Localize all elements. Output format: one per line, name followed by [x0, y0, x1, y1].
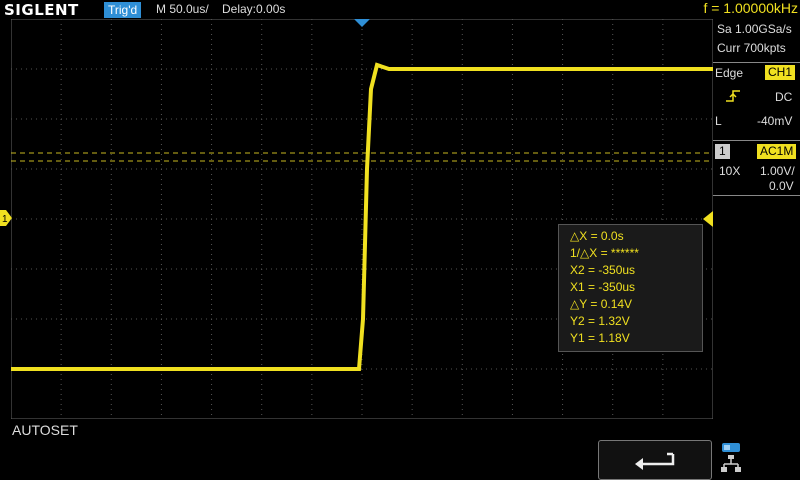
channel1-coupling-badge: AC1M	[757, 144, 797, 159]
acquisition-panel: Sa 1.00GSa/s Curr 700kpts	[713, 20, 800, 64]
trigger-level-marker[interactable]	[703, 211, 713, 227]
timebase-readout: M 50.0us/	[156, 2, 209, 16]
ch1-ground-marker[interactable]: 1	[0, 210, 12, 226]
channel1-probe: 10X	[719, 164, 741, 178]
sample-rate: Sa 1.00GSa/s	[717, 22, 792, 36]
measure-delta-y: △Y = 0.14V	[570, 297, 633, 311]
channel1-number: 1	[715, 144, 730, 159]
svg-text:1: 1	[2, 214, 8, 225]
menu-title: AUTOSET	[12, 422, 78, 438]
waveform-display[interactable]	[11, 19, 713, 419]
measure-x1: X1 = -350us	[570, 280, 636, 294]
measure-inverse-delta-x: 1/△X = ******	[570, 246, 639, 260]
top-status-bar: SIGLENT Trig'd M 50.0us/ Delay:0.00s f =…	[0, 0, 800, 20]
network-icon	[721, 443, 741, 472]
measure-delta-x: △X = 0.0s	[570, 229, 624, 243]
trigger-coupling: DC	[775, 90, 793, 104]
brand-logo: SIGLENT	[4, 1, 79, 19]
rising-edge-icon	[726, 90, 740, 102]
delay-readout: Delay:0.00s	[222, 2, 286, 16]
trigger-status-badge: Trig'd	[104, 2, 142, 18]
channel1-volts-div: 1.00V/	[760, 164, 795, 178]
trigger-level-value: -40mV	[757, 114, 793, 128]
channel1-panel[interactable]: 1 AC1M 10X 1.00V/ 0.0V	[713, 140, 800, 196]
channel1-offset: 0.0V	[769, 179, 794, 193]
memory-depth: Curr 700kpts	[717, 41, 786, 55]
back-button[interactable]	[598, 440, 712, 480]
trigger-level-label: L	[715, 114, 722, 128]
trigger-type: Edge	[715, 66, 744, 80]
measure-y2: Y2 = 1.32V	[570, 314, 630, 328]
cursor-measurement-box: △X = 0.0s 1/△X = ****** X2 = -350us X1 =…	[558, 224, 703, 352]
trigger-source-badge: CH1	[765, 65, 796, 80]
measure-x2: X2 = -350us	[570, 263, 636, 277]
trigger-panel[interactable]: Edge CH1 DC L -40mV	[713, 62, 800, 139]
measure-y1: Y1 = 1.18V	[570, 331, 630, 345]
frequency-readout: f = 1.00000kHz	[703, 0, 798, 16]
back-arrow-icon	[635, 452, 675, 470]
